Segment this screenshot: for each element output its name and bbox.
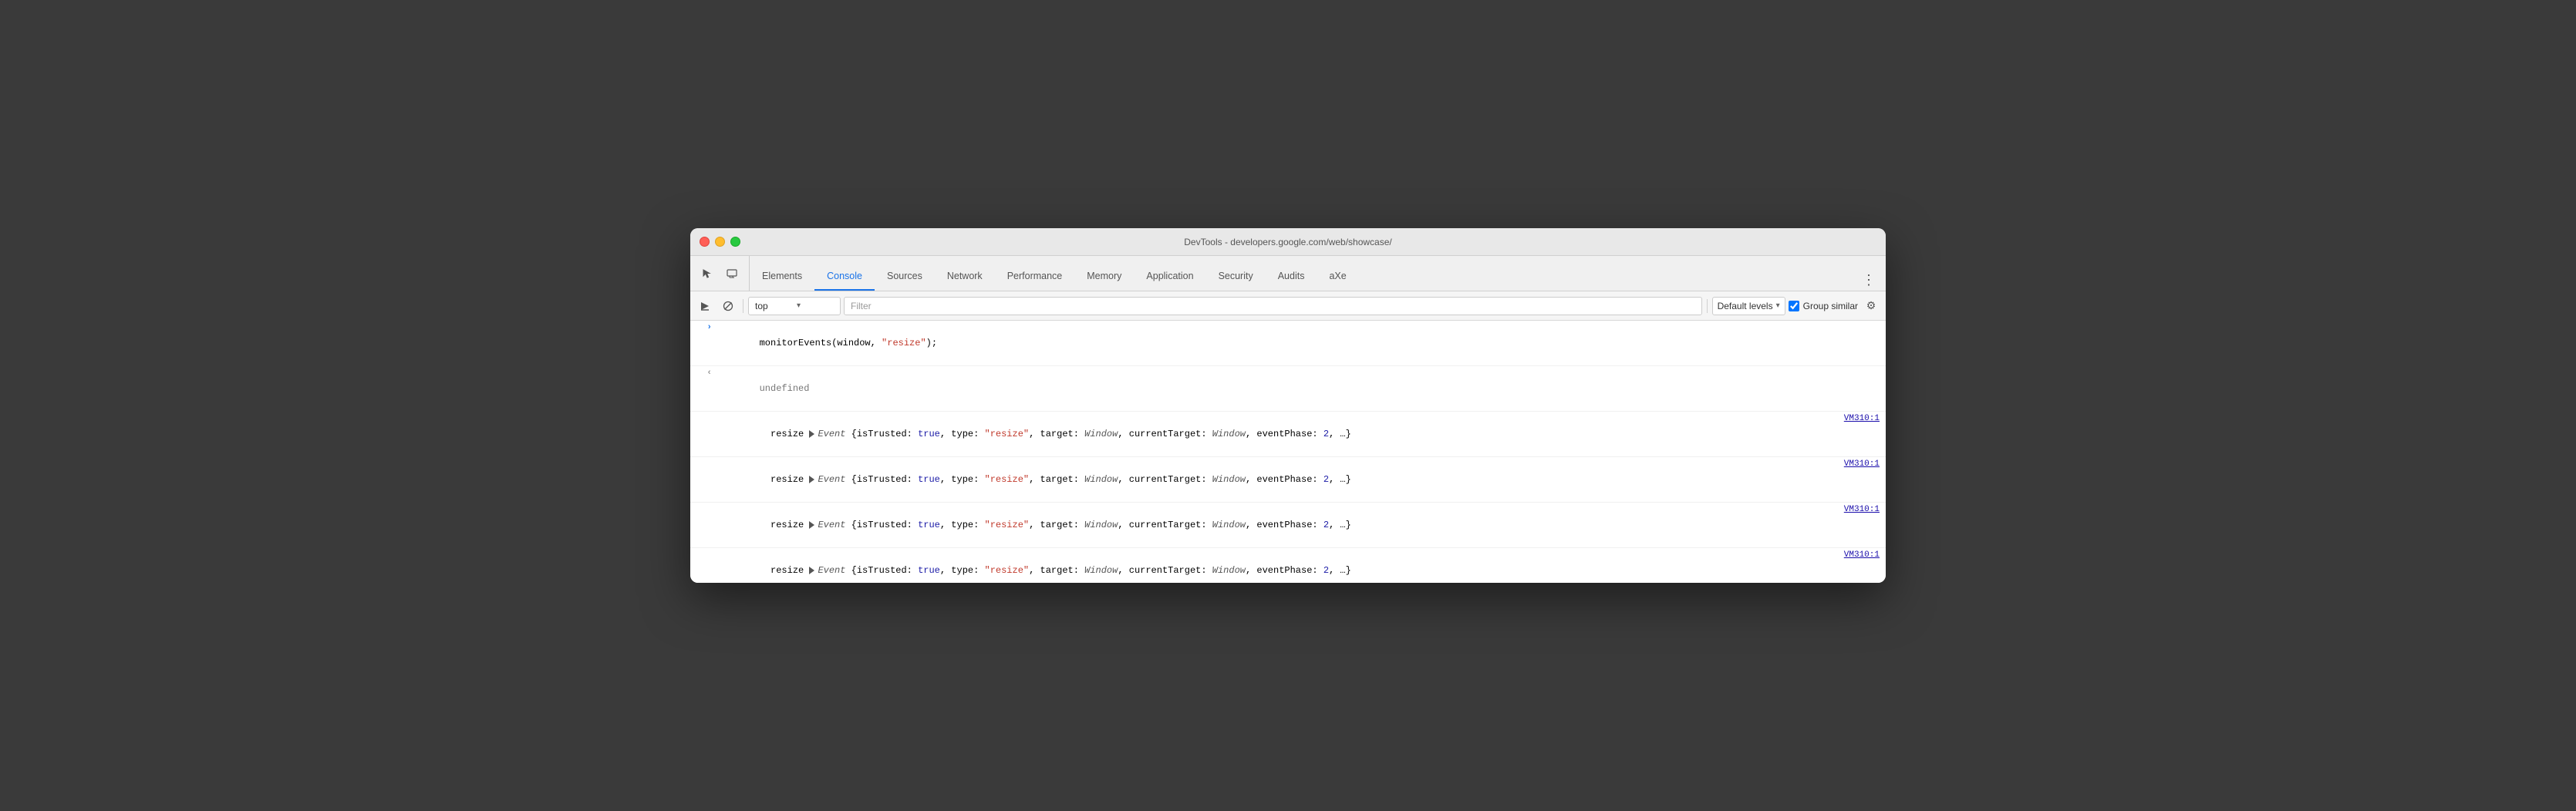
expand-icon[interactable] (809, 476, 814, 483)
window-title: DevTools - developers.google.com/web/sho… (1184, 237, 1391, 247)
tab-elements[interactable]: Elements (750, 263, 814, 291)
console-row: resize Event {isTrusted: true, type: "re… (690, 412, 1886, 457)
titlebar: DevTools - developers.google.com/web/sho… (690, 228, 1886, 256)
console-row: resize Event {isTrusted: true, type: "re… (690, 503, 1886, 548)
tabbar-right: ⋮ (1852, 269, 1880, 291)
expand-icon[interactable] (809, 521, 814, 529)
context-value: top (755, 301, 794, 311)
expand-icon[interactable] (809, 430, 814, 438)
minimize-button[interactable] (715, 237, 725, 247)
inspect-element-button[interactable] (696, 263, 718, 284)
tabs-list: Elements Console Sources Network Perform… (750, 256, 1852, 291)
console-source-link[interactable]: VM310:1 (1844, 459, 1880, 469)
expand-icon[interactable] (809, 567, 814, 574)
console-row: resize Event {isTrusted: true, type: "re… (690, 548, 1886, 583)
tab-security[interactable]: Security (1206, 263, 1266, 291)
console-gutter (696, 434, 712, 435)
tab-audits[interactable]: Audits (1266, 263, 1317, 291)
settings-button[interactable]: ⚙ (1861, 296, 1881, 316)
console-gutter: › (696, 322, 712, 332)
device-toolbar-button[interactable] (721, 263, 743, 284)
console-row: › monitorEvents(window, "resize"); (690, 321, 1886, 366)
gear-icon: ⚙ (1866, 299, 1876, 312)
traffic-lights (700, 237, 740, 247)
log-levels-selector[interactable]: Default levels ▾ (1712, 297, 1785, 315)
clear-console-button[interactable] (718, 296, 738, 316)
console-row: ‹ undefined (690, 366, 1886, 412)
tab-console[interactable]: Console (814, 263, 875, 291)
tab-application[interactable]: Application (1134, 263, 1205, 291)
maximize-button[interactable] (730, 237, 740, 247)
console-gutter: ‹ (696, 368, 712, 378)
tab-axe[interactable]: aXe (1317, 263, 1358, 291)
execute-script-button[interactable] (695, 296, 715, 316)
filter-input[interactable] (844, 297, 1702, 315)
console-content: undefined (715, 368, 1880, 409)
console-source-link[interactable]: VM310:1 (1844, 550, 1880, 560)
group-similar-text: Group similar (1803, 301, 1858, 311)
chevron-down-icon: ▾ (797, 301, 835, 310)
group-similar-checkbox[interactable] (1789, 301, 1799, 311)
tabbar-tools (696, 256, 750, 291)
console-content: resize Event {isTrusted: true, type: "re… (715, 504, 1838, 546)
devtools-window: DevTools - developers.google.com/web/sho… (690, 228, 1886, 583)
tab-sources[interactable]: Sources (875, 263, 935, 291)
console-source-link[interactable]: VM310:1 (1844, 413, 1880, 423)
more-tabs-button[interactable]: ⋮ (1858, 269, 1880, 291)
context-selector[interactable]: top ▾ (748, 297, 841, 315)
console-gutter (696, 570, 712, 571)
console-gutter (696, 525, 712, 526)
console-content: resize Event {isTrusted: true, type: "re… (715, 550, 1838, 583)
group-similar-label[interactable]: Group similar (1789, 301, 1858, 311)
console-output: › monitorEvents(window, "resize"); ‹ und… (690, 321, 1886, 583)
console-content: monitorEvents(window, "resize"); (715, 322, 1880, 364)
tab-network[interactable]: Network (935, 263, 995, 291)
tab-performance[interactable]: Performance (995, 263, 1075, 291)
close-button[interactable] (700, 237, 710, 247)
console-content: resize Event {isTrusted: true, type: "re… (715, 413, 1838, 455)
console-source-link[interactable]: VM310:1 (1844, 504, 1880, 514)
console-content: resize Event {isTrusted: true, type: "re… (715, 459, 1838, 500)
console-toolbar: top ▾ Default levels ▾ Group similar ⚙ (690, 291, 1886, 321)
tabbar: Elements Console Sources Network Perform… (690, 256, 1886, 291)
console-row: resize Event {isTrusted: true, type: "re… (690, 457, 1886, 503)
toolbar-divider-2 (1707, 299, 1708, 313)
levels-label: Default levels (1718, 301, 1773, 311)
tab-memory[interactable]: Memory (1074, 263, 1134, 291)
chevron-down-icon-levels: ▾ (1776, 301, 1780, 310)
